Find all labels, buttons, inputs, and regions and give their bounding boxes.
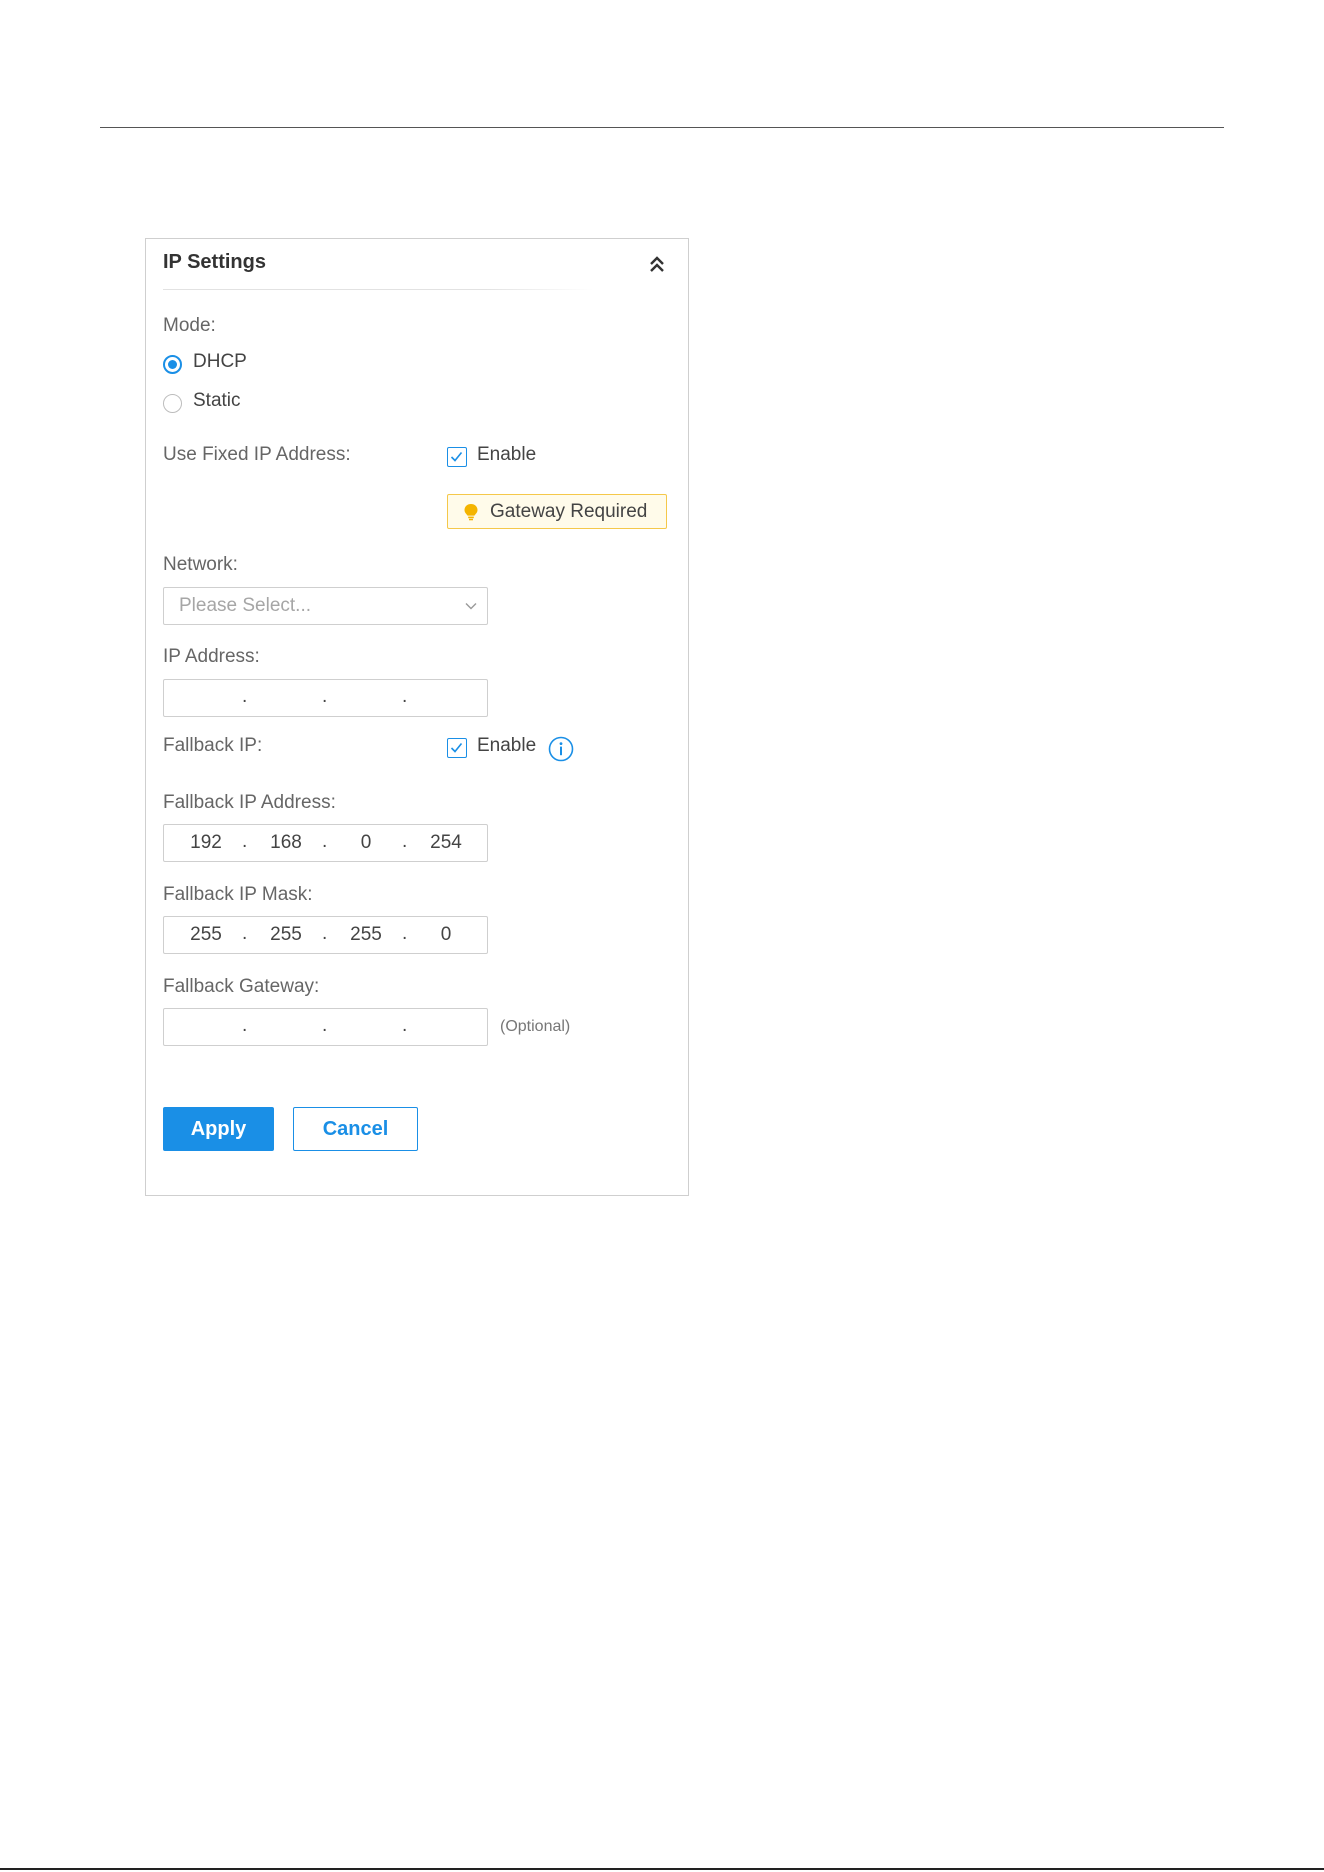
octet-separator: . bbox=[402, 686, 408, 707]
octet-separator: . bbox=[242, 686, 248, 707]
octet-separator: . bbox=[402, 923, 408, 944]
fallback-ip-address-label: Fallback IP Address: bbox=[163, 792, 336, 813]
fallback-ip-mask-octet-2[interactable]: 255 bbox=[261, 924, 311, 946]
ip-address-label: IP Address: bbox=[163, 646, 260, 667]
lightbulb-icon bbox=[464, 504, 478, 521]
fallback-ip-checkbox-box[interactable] bbox=[447, 738, 467, 758]
radio-static-circle[interactable] bbox=[163, 394, 182, 413]
octet-separator: . bbox=[242, 923, 248, 944]
fallback-ip-mask-octet-1[interactable]: 255 bbox=[181, 924, 231, 946]
fallback-gateway-label: Fallback Gateway: bbox=[163, 976, 320, 997]
octet-separator: . bbox=[402, 1015, 408, 1036]
fallback-ip-mask-label: Fallback IP Mask: bbox=[163, 884, 313, 905]
fallback-ip-label: Fallback IP: bbox=[163, 735, 263, 756]
checkmark-icon bbox=[450, 451, 463, 462]
fallback-ip-mask-octet-3[interactable]: 255 bbox=[341, 924, 391, 946]
double-chevron-up-icon[interactable] bbox=[646, 253, 668, 275]
radio-dhcp[interactable]: DHCP bbox=[163, 351, 283, 375]
panel-title: IP Settings bbox=[163, 251, 266, 273]
use-fixed-ip-checkbox[interactable]: Enable bbox=[447, 444, 557, 468]
cancel-button[interactable]: Cancel bbox=[293, 1107, 418, 1151]
radio-static[interactable]: Static bbox=[163, 390, 283, 414]
octet-separator: . bbox=[322, 831, 328, 852]
page-bottom-rule bbox=[0, 1868, 1324, 1870]
title-divider bbox=[163, 289, 593, 290]
fallback-gateway-input[interactable]: . . . bbox=[163, 1008, 488, 1046]
octet-separator: . bbox=[322, 1015, 328, 1036]
octet-separator: . bbox=[402, 831, 408, 852]
use-fixed-ip-enable-label: Enable bbox=[477, 444, 537, 465]
fallback-ip-enable-label: Enable bbox=[477, 735, 537, 756]
fallback-ip-mask-octet-4[interactable]: 0 bbox=[421, 924, 471, 946]
info-icon[interactable] bbox=[548, 736, 574, 762]
gateway-required-notice: Gateway Required bbox=[447, 494, 667, 529]
chevron-down-icon bbox=[465, 603, 477, 610]
network-label: Network: bbox=[163, 554, 238, 575]
network-select-placeholder: Please Select... bbox=[179, 595, 312, 616]
network-select[interactable]: Please Select... bbox=[163, 587, 488, 625]
fallback-ip-address-octet-3[interactable]: 0 bbox=[341, 832, 391, 854]
radio-static-label: Static bbox=[193, 390, 241, 411]
use-fixed-ip-checkbox-box[interactable] bbox=[447, 447, 467, 467]
octet-separator: . bbox=[322, 923, 328, 944]
fallback-ip-address-input[interactable]: 192 . 168 . 0 . 254 bbox=[163, 824, 488, 862]
radio-dhcp-circle[interactable] bbox=[163, 355, 182, 374]
fallback-ip-checkbox[interactable]: Enable bbox=[447, 735, 557, 759]
radio-dhcp-label: DHCP bbox=[193, 351, 247, 372]
mode-label: Mode: bbox=[163, 315, 216, 336]
fallback-ip-address-octet-2[interactable]: 168 bbox=[261, 832, 311, 854]
octet-separator: . bbox=[322, 686, 328, 707]
ip-address-input[interactable]: . . . bbox=[163, 679, 488, 717]
fallback-ip-address-octet-4[interactable]: 254 bbox=[421, 832, 471, 854]
octet-separator: . bbox=[242, 1015, 248, 1036]
use-fixed-ip-label: Use Fixed IP Address: bbox=[163, 444, 351, 465]
fallback-ip-address-octet-1[interactable]: 192 bbox=[181, 832, 231, 854]
apply-button[interactable]: Apply bbox=[163, 1107, 274, 1151]
gateway-required-text: Gateway Required bbox=[490, 501, 648, 522]
fallback-ip-mask-input[interactable]: 255 . 255 . 255 . 0 bbox=[163, 916, 488, 954]
page-top-rule bbox=[100, 127, 1224, 128]
checkmark-icon bbox=[450, 742, 463, 753]
octet-separator: . bbox=[242, 831, 248, 852]
fallback-gateway-optional-hint: (Optional) bbox=[500, 1018, 571, 1035]
ip-settings-panel: IP Settings Mode: DHCP Static Use Fixed … bbox=[145, 238, 689, 1196]
